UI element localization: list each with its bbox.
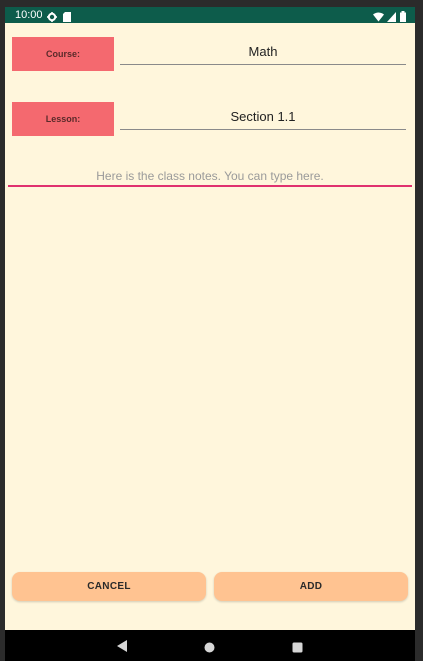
navigation-bar [5, 630, 415, 661]
status-bar: 10:00 [5, 7, 415, 23]
status-time: 10:00 [15, 9, 43, 21]
add-button[interactable]: ADD [214, 572, 408, 601]
app-screen: 10:00 Course: Math Lesson: Section 1.1 H… [5, 7, 415, 661]
cancel-button[interactable]: CANCEL [12, 572, 206, 601]
battery-icon [400, 9, 406, 27]
sd-card-icon [63, 9, 71, 27]
recents-square-icon[interactable] [292, 640, 303, 658]
lesson-label: Lesson: [12, 102, 114, 136]
cellular-signal-icon [387, 9, 396, 27]
settings-gear-icon [47, 9, 57, 27]
course-field[interactable]: Math [120, 42, 406, 65]
wifi-icon [373, 9, 384, 27]
lesson-field[interactable]: Section 1.1 [120, 107, 406, 130]
notes-input[interactable]: Here is the class notes. You can type he… [8, 167, 412, 187]
home-circle-icon[interactable] [204, 640, 215, 658]
course-label: Course: [12, 37, 114, 71]
back-triangle-icon[interactable] [117, 639, 128, 657]
